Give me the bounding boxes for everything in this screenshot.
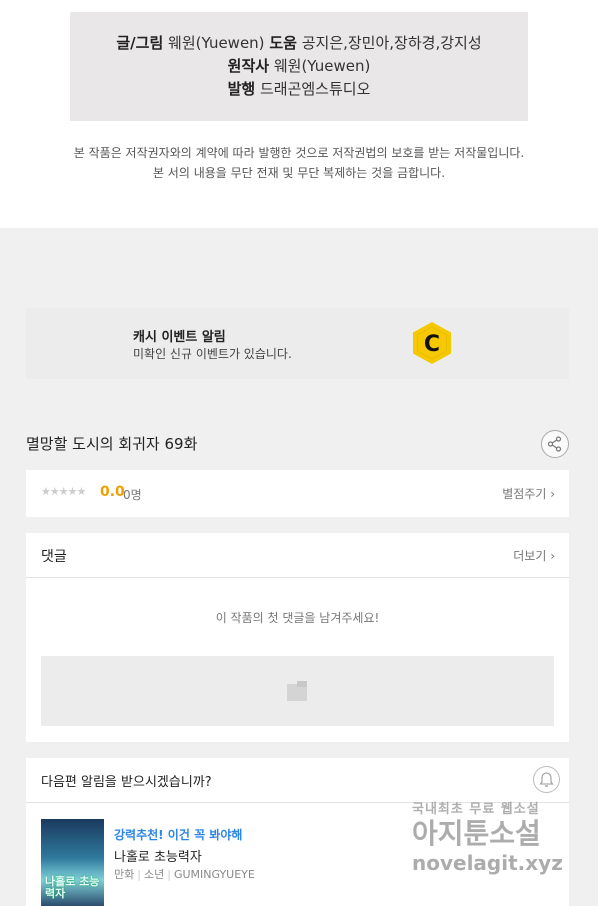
episode-title: 멸망할 도시의 회귀자 69화	[26, 435, 198, 453]
assist-value: 공지은,장민아,장하경,강지성	[301, 34, 482, 52]
rate-button[interactable]: 별점주기 ›	[502, 485, 555, 502]
recommendation-title[interactable]: 나홀로 초능력자	[114, 846, 202, 865]
share-button[interactable]	[541, 430, 569, 458]
cash-coin-icon: C	[413, 322, 451, 364]
notify-header: 다음편 알림을 받으시겠습니까?	[26, 758, 569, 803]
notify-bell-button[interactable]	[533, 766, 560, 793]
comments-title: 댓글	[41, 549, 67, 565]
share-icon	[547, 436, 562, 452]
original-label: 원작사	[227, 57, 270, 75]
watermark-line-1: 국내최초 무료 웹소설	[412, 802, 540, 817]
comments-empty-message: 이 작품의 첫 댓글을 남겨주세요!	[215, 611, 380, 625]
compose-icon	[287, 681, 307, 701]
credit-line-art: 글/그림 웨원(Yuewen) 도움 공지은,장민아,장하경,강지성	[70, 32, 528, 55]
copyright-notice: 본 작품은 저작권자와의 계약에 따라 발행한 것으로 저작권법의 보호를 받는…	[0, 143, 598, 183]
comments-header: 댓글 더보기 ›	[26, 533, 569, 578]
credit-line-original: 원작사 웨원(Yuewen)	[70, 55, 528, 78]
watermark-line-2: 아지툰소설	[412, 817, 541, 850]
credit-line-publisher: 발행 드래곤엠스튜디오	[70, 78, 528, 101]
assist-label: 도움	[269, 34, 297, 52]
original-value: 웨원(Yuewen)	[273, 57, 371, 75]
rating-card: ★★★★★ 0.0 0명 별점주기 ›	[26, 470, 569, 517]
notify-title: 다음편 알림을 받으시겠습니까?	[41, 775, 212, 790]
meta-genre: 소년	[143, 868, 165, 881]
comments-more-link[interactable]: 더보기 ›	[513, 547, 555, 564]
cash-icon-letter: C	[424, 332, 440, 357]
credits-box: 글/그림 웨원(Yuewen) 도움 공지은,장민아,장하경,강지성 원작사 웨…	[70, 12, 528, 121]
meta-type: 만화	[114, 868, 135, 881]
site-watermark: 국내최초 무료 웹소설 아지툰소설 novelagit.xyz	[412, 798, 592, 875]
recommendation-tag: 강력추천! 이건 꼭 봐야해	[114, 828, 243, 842]
event-title: 캐시 이벤트 알림	[133, 330, 226, 345]
credits-section: 글/그림 웨원(Yuewen) 도움 공지은,장민아,장하경,강지성 원작사 웨…	[0, 0, 598, 228]
bell-icon	[539, 772, 554, 787]
recommendation-meta: 만화 | 소년 | GUMINGYUEYE	[114, 868, 255, 881]
thumbnail-title-art: 나홀로 초능력자	[45, 875, 100, 900]
meta-author: GUMINGYUEYE	[173, 868, 255, 881]
copyright-line-1: 본 작품은 저작권자와의 계약에 따라 발행한 것으로 저작권법의 보호를 받는…	[73, 146, 525, 160]
publisher-value: 드래곤엠스튜디오	[259, 80, 371, 98]
comments-card: 댓글 더보기 › 이 작품의 첫 댓글을 남겨주세요!	[26, 533, 569, 742]
art-label: 글/그림	[116, 34, 164, 52]
copyright-line-2: 본 서의 내용을 무단 전재 및 무단 복제하는 것을 금합니다.	[152, 166, 446, 180]
art-value: 웨원(Yuewen)	[168, 34, 265, 52]
publisher-label: 발행	[227, 80, 256, 98]
rating-score: 0.0	[100, 484, 125, 500]
rating-count: 0명	[123, 488, 142, 502]
event-description: 미확인 신규 이벤트가 있습니다.	[133, 347, 292, 361]
watermark-line-3: novelagit.xyz	[412, 851, 563, 875]
recommendation-thumbnail[interactable]: 나홀로 초능력자	[41, 819, 104, 906]
rating-stars: ★★★★★	[41, 485, 86, 498]
comment-input-area[interactable]	[41, 656, 554, 726]
cash-event-banner[interactable]: 캐시 이벤트 알림 미확인 신규 이벤트가 있습니다. C	[26, 308, 569, 379]
